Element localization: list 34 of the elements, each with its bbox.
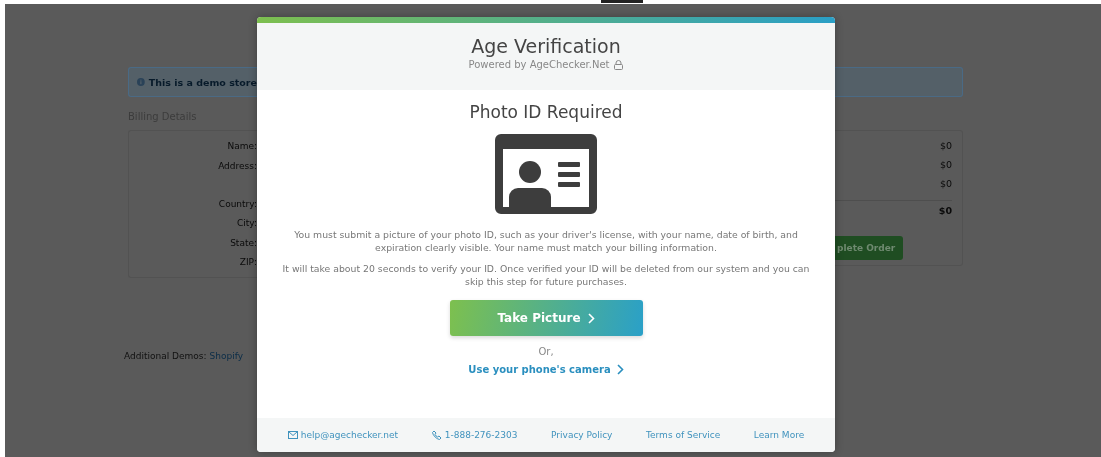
footer-link[interactable]: 1-888-276-2303: [431, 430, 518, 440]
lock-icon: [614, 59, 624, 70]
total-price: $0: [938, 205, 952, 218]
shopify-link[interactable]: Shopify: [209, 351, 243, 361]
field-label: Name:: [227, 141, 257, 153]
field-label: State:: [230, 237, 257, 250]
demos-label: Additional Demos:: [124, 351, 207, 361]
notice-text: This is a demo store: [148, 76, 257, 88]
footer-link[interactable]: Learn More: [753, 430, 805, 440]
footer-link[interactable]: Privacy Policy: [551, 430, 613, 440]
price-text: $0: [939, 159, 952, 172]
footer-link[interactable]: Terms of Service: [646, 430, 721, 440]
price-text: $0: [939, 178, 952, 191]
id-card-icon: [495, 134, 597, 214]
footer-link[interactable]: help@agechecker.net: [287, 430, 399, 440]
instruction-text: You must submit a picture of your photo ID, such as your driver's license, with your name, date of birth, and expiration clearly visible. Your name must match your billing information.: [293, 228, 799, 254]
field-label: City:: [236, 218, 257, 230]
take-picture-button[interactable]: Take Picture: [449, 300, 643, 336]
or-text: Or,: [538, 346, 554, 357]
info-icon: [137, 78, 145, 86]
field-label: ZIP:: [239, 257, 257, 270]
field-label: Country:: [218, 198, 257, 211]
instruction-text: It will take about 20 seconds to verify your ID. Once verified your ID will be deleted from our system and you can skip this step for future purchases.: [281, 262, 811, 288]
price-text: $0: [939, 140, 952, 153]
phone-icon: [431, 430, 442, 440]
complete-order-button[interactable]: plete Order: [835, 236, 904, 260]
field-label: Address:: [218, 160, 257, 173]
envelope-icon: [287, 431, 298, 439]
chevron-icon: [587, 312, 595, 324]
powered-by-text: Powered by AgeChecker.Net: [468, 59, 610, 70]
phone-camera-link[interactable]: Use your phone's camera: [468, 364, 624, 375]
section-heading: Photo ID Required: [469, 102, 623, 122]
chevron-icon: [616, 364, 624, 375]
dialog-title: Age Verification: [471, 35, 621, 57]
